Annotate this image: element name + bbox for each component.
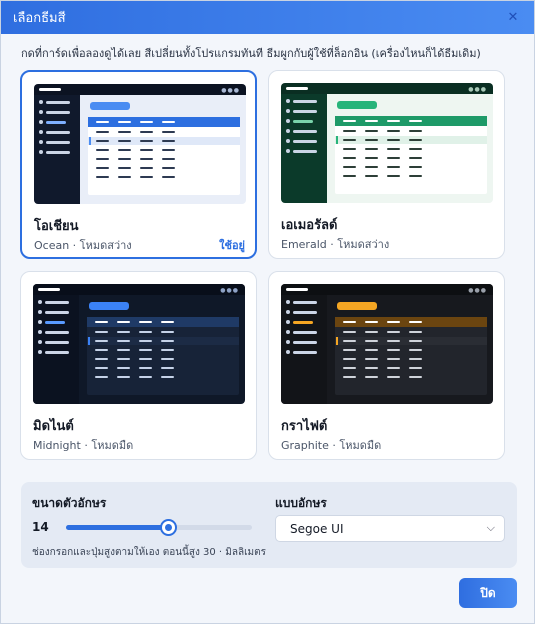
theme-subtitle: Midnight · โหมดมืด — [33, 439, 134, 452]
theme-card-0[interactable]: ●●● โอเชียน Ocean · โหมดสว่าง ใช้อยู่ — [20, 70, 257, 259]
settings-panel: ขนาดตัวอักษร 14 ช่องกรอกและปุ่มสูงตามให้… — [21, 482, 517, 568]
theme-preview: ●●● — [281, 284, 493, 404]
hint-text: กดที่การ์ดเพื่อลองดูได้เลย สีเปลี่ยนทั้ง… — [21, 47, 481, 60]
theme-subtitle: Emerald · โหมดสว่าง — [281, 238, 390, 251]
font-size-value: 14 — [32, 520, 49, 534]
theme-preview: ●●● — [281, 83, 493, 203]
title-bar: เลือกธีมสี — [1, 1, 534, 34]
theme-preview: ●●● — [33, 284, 245, 404]
theme-card-2[interactable]: ●●● มิดไนต์ Midnight · โหมดมืด — [20, 271, 257, 460]
theme-name: โอเชียน — [34, 219, 79, 234]
close-button[interactable]: ปิด — [459, 578, 517, 608]
font-family-value: Segoe UI — [290, 522, 344, 536]
font-family-label: แบบอักษร — [275, 496, 327, 510]
theme-card-1[interactable]: ●●● เอเมอรัลด์ Emerald · โหมดสว่าง — [268, 70, 505, 259]
theme-name: มิดไนต์ — [33, 419, 74, 434]
font-size-label: ขนาดตัวอักษร — [32, 496, 107, 510]
theme-subtitle: Graphite · โหมดมืด — [281, 439, 382, 452]
theme-subtitle: Ocean · โหมดสว่าง — [34, 239, 132, 252]
theme-preview: ●●● — [34, 84, 246, 204]
slider-thumb[interactable] — [160, 519, 178, 536]
theme-card-3[interactable]: ●●● กราไฟต์ Graphite · โหมดมืด — [268, 271, 505, 460]
slider-fill — [66, 525, 169, 530]
close-icon[interactable]: ✕ — [504, 8, 522, 26]
theme-name: กราไฟต์ — [281, 419, 328, 434]
in-use-badge: ใช้อยู่ — [219, 239, 245, 252]
theme-dialog: เลือกธีมสี ✕ กดที่การ์ดเพื่อลองดูได้เลย … — [0, 0, 535, 624]
theme-name: เอเมอรัลด์ — [281, 218, 338, 233]
font-size-slider[interactable] — [66, 519, 252, 536]
dialog-title: เลือกธีมสี — [13, 11, 66, 26]
font-family-select[interactable]: Segoe UI ⌵ — [275, 515, 505, 542]
font-size-note: ช่องกรอกและปุ่มสูงตามให้เอง ตอนนี้สูง 30… — [32, 547, 267, 558]
chevron-down-icon: ⌵ — [486, 521, 495, 534]
